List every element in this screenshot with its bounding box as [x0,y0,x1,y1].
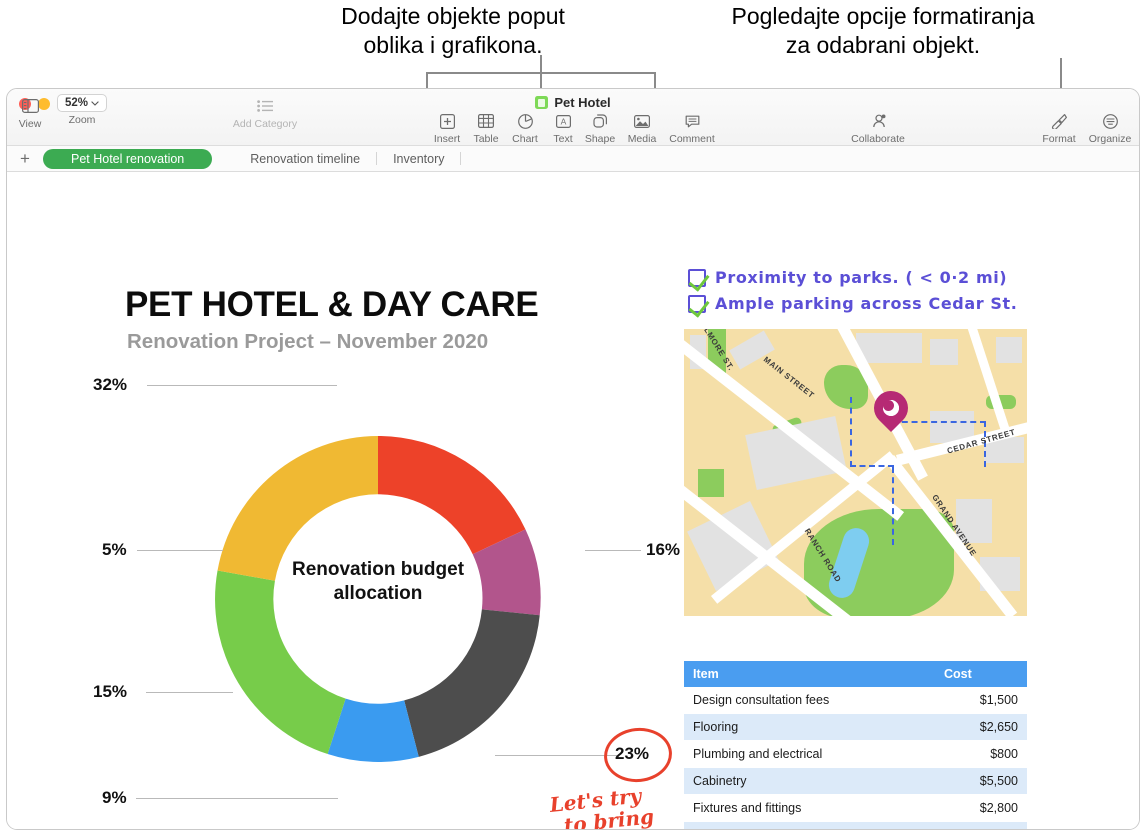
sheet-subtitle: Renovation Project – November 2020 [127,330,489,353]
table-icon [478,111,494,131]
leader-line-5 [137,550,223,551]
handwritten-checklist: Proximity to parks. ( < 0·2 mi) Ample pa… [688,268,1017,320]
table-cell-item[interactable]: Flooring [684,713,935,741]
sheet-title: PET HOTEL & DAY CARE [125,285,539,324]
comment-label: Comment [669,133,715,145]
table-label: Table [473,133,499,145]
text-icon: A [555,111,571,131]
donut-center-line1: Renovation budget [291,559,465,580]
add-sheet-button[interactable]: + [7,150,43,167]
comment-button[interactable]: Comment [663,111,721,145]
checklist-text: Proximity to parks. ( < 0·2 mi) [715,268,1008,287]
table-cell-item[interactable]: Plumbing and electrical [684,740,935,768]
table-row[interactable]: Fixtures and fittings $2,800 [684,794,1027,822]
sheet-canvas[interactable]: PET HOTEL & DAY CARE Renovation Project … [7,172,1139,829]
table-cell-cost[interactable]: $5,500 [935,767,1027,795]
checklist-item-proximity: Proximity to parks. ( < 0·2 mi) [688,268,1017,287]
table-row[interactable]: Flooring $2,650 [684,713,1027,741]
shape-label: Shape [584,133,616,145]
leader-line-15 [146,692,233,693]
svg-text:A: A [560,116,566,126]
tab-separator [460,152,462,165]
insert-icon [439,111,455,131]
add-category-label: Add Category [232,118,298,130]
map-block [930,339,958,365]
sheet-tab-inventory[interactable]: Inventory [377,149,460,169]
budget-donut-chart[interactable]: Renovation budget allocation [171,392,585,806]
table-cell-cost[interactable]: $2,650 [935,713,1027,741]
table-row[interactable]: Cabinetry $5,500 [684,767,1027,795]
map-park [698,469,724,497]
document-title: Pet Hotel [554,95,611,110]
sheet-tab-bar: + Pet Hotel renovation Renovation timeli… [7,146,1139,172]
format-brush-icon [1051,111,1067,131]
checklist-item-parking: Ample parking across Cedar St. [688,294,1017,313]
checklist-text: Ample parking across Cedar St. [715,294,1018,313]
numbers-window: View 52% Zoom Add Category Pet Hotel Ins… [6,88,1140,830]
callout-left-leader-bar [426,72,656,74]
donut-center-line2: allocation [333,582,423,604]
table-header-cost[interactable]: Cost [935,661,1027,687]
pct-label-23: 23% [615,744,650,763]
shape-icon [592,111,608,131]
text-label: Text [553,133,573,145]
view-label: View [18,118,42,130]
table-row[interactable]: Labor $4,000 [684,821,1027,829]
callout-right-text: Pogledajte opcije formatiranja za odabra… [731,3,1035,59]
sheet-tab-pet-hotel-renovation[interactable]: Pet Hotel renovation [43,148,213,169]
leader-line-32 [147,385,337,386]
checkbox-checked-icon[interactable] [688,268,706,287]
organize-button[interactable]: Organize [1081,111,1139,145]
table-cell-item[interactable]: Labor [684,821,935,829]
format-button[interactable]: Format [1030,111,1088,145]
leader-line-16 [585,550,641,551]
pct-label-16: 16% [646,540,681,559]
leader-line-23 [495,755,617,756]
map-route-dashed [880,467,894,545]
table-cell-cost[interactable]: $1,500 [935,687,1027,714]
callout-left-text: Dodajte objekte poput oblika i grafikona… [341,3,565,59]
chart-icon [517,111,533,131]
zoom-label: Zoom [68,114,96,126]
table-row[interactable]: Design consultation fees $1,500 [684,687,1027,714]
sheet-tab-renovation-timeline[interactable]: Renovation timeline [234,149,376,169]
table-cell-cost[interactable]: $2,800 [935,794,1027,822]
collaborate-button[interactable]: Collaborate [843,111,913,145]
checkbox-checked-icon[interactable] [688,294,706,313]
organize-label: Organize [1088,133,1132,145]
cost-table[interactable]: Item Cost Design consultation fees $1,50… [684,661,1027,829]
format-label: Format [1042,133,1076,145]
table-row[interactable]: Plumbing and electrical $800 [684,740,1027,768]
pct-label-15: 15% [93,682,128,701]
table-cell-item[interactable]: Fixtures and fittings [684,794,935,822]
table-cell-item[interactable]: Cabinetry [684,767,935,795]
collaborate-label: Collaborate [851,133,905,145]
media-icon [634,111,650,131]
pct-label-5: 5% [102,540,127,559]
media-label: Media [627,133,657,145]
pct-label-9: 9% [102,788,127,807]
table-cell-cost[interactable]: $4,000 [935,821,1027,829]
table-header-item[interactable]: Item [684,661,935,687]
callout-left-leader-tick-r [654,72,656,89]
location-map-image[interactable]: FILMORE ST. MAIN STREET CEDAR STREET GRA… [684,329,1027,616]
location-pin-dot [883,400,894,411]
donut-center-label: Renovation budget allocation [171,558,585,606]
table-header-row: Item Cost [684,661,1027,687]
comment-icon [685,111,700,131]
numbers-document-icon [535,96,549,109]
organize-icon [1102,111,1118,131]
toolbar: View 52% Zoom Add Category Pet Hotel Ins… [7,89,1139,146]
leader-line-9 [136,798,338,799]
collaborate-icon [870,111,887,131]
callout-left-leader-tick-l [426,72,428,89]
pct-label-32: 32% [93,375,128,394]
table-cell-item[interactable]: Design consultation fees [684,687,935,714]
document-title-bar: Pet Hotel [7,95,1139,110]
table-cell-cost[interactable]: $800 [935,740,1027,768]
map-block [996,337,1022,363]
map-street-main: MAIN STREET [761,354,817,401]
